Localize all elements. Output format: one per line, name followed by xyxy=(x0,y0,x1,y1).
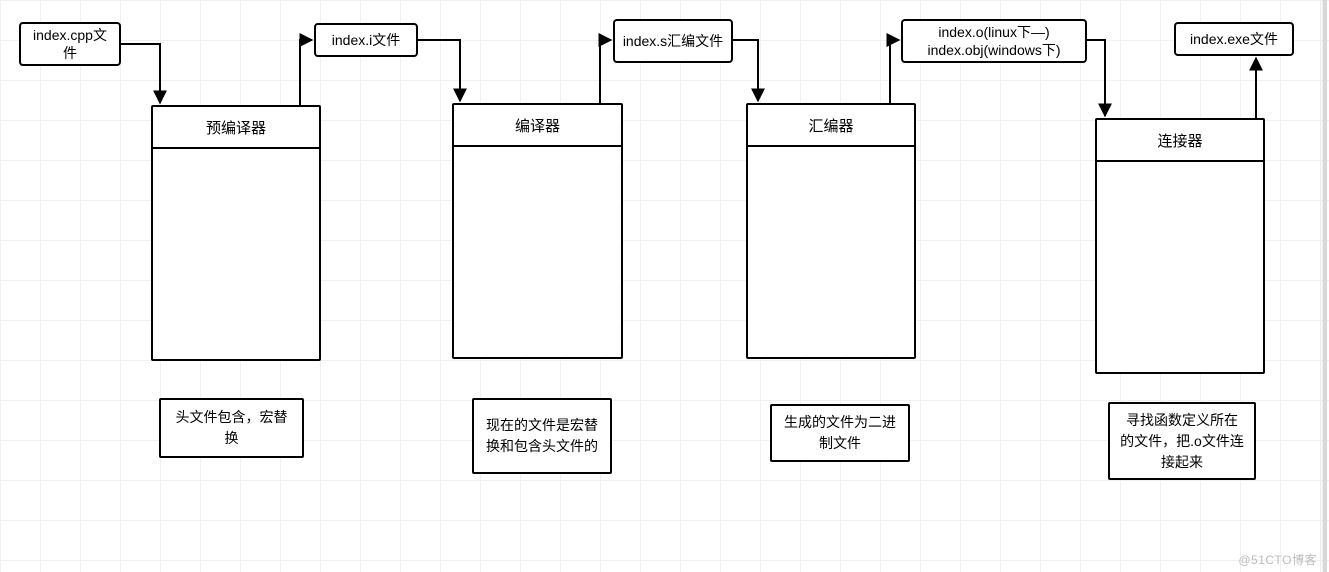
stage-header: 编译器 xyxy=(454,105,621,147)
node-index-s: index.s汇编文件 xyxy=(613,19,733,63)
label: 现在的文件是宏替换和包含头文件的 xyxy=(484,415,600,457)
note-compiler: 现在的文件是宏替换和包含头文件的 xyxy=(472,398,612,474)
stage-precompiler: 预编译器 xyxy=(151,105,321,361)
label: index.exe文件 xyxy=(1190,30,1278,48)
watermark: @51CTO博客 xyxy=(1238,551,1317,568)
note-precompiler: 头文件包含，宏替换 xyxy=(159,398,304,458)
label: index.i文件 xyxy=(332,31,400,49)
stage-linker: 连接器 xyxy=(1095,118,1265,374)
stage-body xyxy=(748,147,914,357)
stage-header: 汇编器 xyxy=(748,105,914,147)
node-index-i: index.i文件 xyxy=(314,23,418,57)
right-scroll-edge xyxy=(1323,0,1327,572)
stage-header: 连接器 xyxy=(1097,120,1263,162)
note-linker: 寻找函数定义所在的文件，把.o文件连接起来 xyxy=(1108,402,1256,480)
label: index.s汇编文件 xyxy=(623,32,723,50)
stage-assembler: 汇编器 xyxy=(746,103,916,359)
label: index.cpp文件 xyxy=(27,26,113,62)
stage-body xyxy=(1097,162,1263,372)
node-index-cpp: index.cpp文件 xyxy=(19,22,121,66)
stage-compiler: 编译器 xyxy=(452,103,623,359)
node-index-o: index.o(linux下—) index.obj(windows下) xyxy=(901,19,1087,63)
note-assembler: 生成的文件为二进制文件 xyxy=(770,404,910,462)
label: 寻找函数定义所在的文件，把.o文件连接起来 xyxy=(1120,410,1244,473)
label: 连接器 xyxy=(1157,130,1202,151)
stage-header: 预编译器 xyxy=(153,107,319,149)
label: index.o(linux下—) index.obj(windows下) xyxy=(927,23,1060,59)
label: 头文件包含，宏替换 xyxy=(171,407,292,449)
stage-body xyxy=(454,147,621,357)
node-index-exe: index.exe文件 xyxy=(1174,22,1294,56)
label: 生成的文件为二进制文件 xyxy=(782,412,898,454)
label: 汇编器 xyxy=(808,115,853,136)
stage-body xyxy=(153,149,319,359)
label: 编译器 xyxy=(515,115,560,136)
label: 预编译器 xyxy=(206,117,266,138)
